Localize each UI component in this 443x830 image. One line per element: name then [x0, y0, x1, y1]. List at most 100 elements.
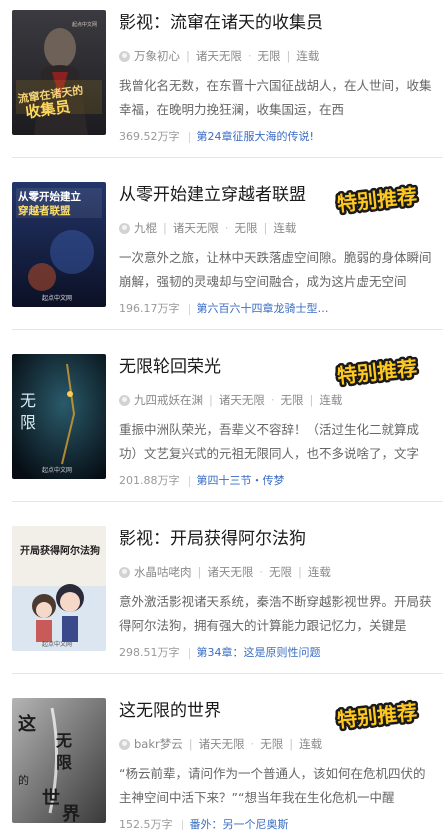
author-name[interactable]: 水晶咕咾肉	[134, 564, 192, 580]
author-avatar-icon	[119, 222, 130, 234]
book-subcategory[interactable]: 无限	[269, 564, 292, 580]
book-meta: 万象初心 | 诸天无限 · 无限 | 连载	[119, 48, 319, 64]
meta-pipe: |	[188, 737, 193, 751]
book-status: 连载	[319, 393, 343, 407]
cover-char: 界	[62, 804, 80, 823]
book-cover[interactable]: 流窜在诸天的 收集员 起点中文网	[12, 10, 106, 135]
latest-chapter-link[interactable]: 番外：另一个尼奥斯	[190, 817, 289, 830]
book-footer: 196.17万字 第六百六十四章龙骑士型…	[119, 301, 329, 317]
svg-text:从零开始建立: 从零开始建立	[18, 190, 81, 203]
recommend-badge: 特别推荐 特别推荐	[325, 181, 429, 218]
meta-pipe: |	[263, 221, 268, 235]
cover-char: 限	[56, 753, 73, 772]
book-card[interactable]: 从零开始建立 穿越者联盟 起点中文网 从零开始建立穿越者联盟 特别推荐 特别推荐…	[0, 181, 443, 346]
meta-pipe: |	[209, 393, 213, 407]
author-name[interactable]: bakr梦云	[134, 736, 183, 752]
book-category[interactable]: 诸天无限	[196, 48, 242, 64]
book-footer: 152.5万字 番外：另一个尼奥斯	[119, 817, 289, 830]
footer-divider	[181, 819, 183, 830]
divider	[12, 329, 443, 330]
recommend-badge: 特别推荐 特别推荐	[325, 697, 429, 734]
latest-chapter-link[interactable]: 第四十三节・传梦	[197, 473, 285, 489]
book-subcategory[interactable]: 无限	[260, 736, 283, 752]
svg-text:特别推荐: 特别推荐	[336, 356, 418, 388]
meta-pipe: |	[289, 737, 294, 751]
word-count: 196.17万字	[119, 302, 180, 315]
author-avatar-icon	[119, 566, 130, 578]
footer-divider	[188, 131, 190, 143]
author-avatar-icon	[119, 738, 130, 750]
book-title[interactable]: 这无限的世界	[119, 700, 221, 722]
recommend-badge: 特别推荐 特别推荐	[325, 353, 429, 390]
meta-dot: ·	[224, 221, 229, 235]
meta-dot: ·	[270, 393, 275, 407]
book-description: “杨云前辈，请问作为一个普通人，该如何在危机四伏的主神空间中活下来？”“想当年我…	[119, 766, 426, 805]
cover-char: 的	[18, 773, 29, 787]
divider	[12, 157, 443, 158]
svg-text:起点中文网: 起点中文网	[72, 21, 97, 28]
book-category[interactable]: 诸天无限	[207, 564, 253, 580]
author-name[interactable]: 万象初心	[134, 48, 180, 64]
book-category[interactable]: 诸天无限	[219, 392, 265, 408]
meta-pipe: |	[163, 221, 167, 235]
word-count: 369.52万字	[119, 130, 180, 143]
svg-text:穿越者联盟: 穿越者联盟	[18, 204, 71, 217]
word-count: 152.5万字	[119, 818, 173, 830]
book-category[interactable]: 诸天无限	[173, 220, 219, 236]
book-card[interactable]: 无 限 起点中文网 无限轮回荣光 特别推荐 特别推荐 九四戒妖在渊 | 诸天无限…	[0, 353, 443, 518]
book-subcategory[interactable]: 无限	[281, 392, 304, 408]
book-status: 连载	[299, 737, 323, 751]
recommend-badge-art: 特别推荐 特别推荐	[334, 181, 421, 218]
book-list: 流窜在诸天的 收集员 起点中文网 影视：流窜在诸天的收集员 万象初心 | 诸天无…	[0, 0, 443, 830]
book-description: 一次意外之旅，让林中天跌落虚空间隙。脆弱的身体瞬间崩解，强韧的灵魂却与空间融合，…	[119, 250, 432, 289]
cover-char: 这	[18, 713, 36, 735]
book-subcategory[interactable]: 无限	[235, 220, 258, 236]
cover-char: 世	[42, 788, 60, 809]
cover-art-4: 开局获得阿尔法狗 起点中文网	[12, 526, 106, 651]
author-name[interactable]: 九四戒妖在渊	[134, 392, 203, 408]
publisher-mark: 起点中文网	[42, 640, 72, 648]
book-category[interactable]: 诸天无限	[199, 736, 245, 752]
recommend-badge-art: 特别推荐 特别推荐	[334, 697, 421, 734]
meta-dot: ·	[247, 49, 252, 63]
book-card[interactable]: 开局获得阿尔法狗 起点中文网 影视：开局获得阿尔法狗 水晶咕咾肉 | 诸天无限 …	[0, 526, 443, 690]
recommend-badge-art: 特别推荐 特别推荐	[334, 353, 421, 390]
book-title[interactable]: 无限轮回荣光	[119, 356, 221, 378]
book-subcategory[interactable]: 无限	[258, 48, 281, 64]
book-meta: 九棍 | 诸天无限 · 无限 | 连载	[119, 220, 296, 236]
book-meta: 水晶咕咾肉 | 诸天无限 · 无限 | 连载	[119, 564, 331, 580]
book-title[interactable]: 从零开始建立穿越者联盟	[119, 184, 306, 206]
book-cover[interactable]: 无 限 起点中文网	[12, 354, 106, 479]
author-avatar-icon	[119, 50, 130, 62]
cover-art-3: 无 限 起点中文网	[12, 354, 106, 479]
meta-pipe: |	[309, 393, 314, 407]
cover-art-1: 流窜在诸天的 收集员 起点中文网	[12, 10, 106, 135]
publisher-mark: 起点中文网	[42, 466, 72, 474]
latest-chapter-link[interactable]: 第六百六十四章龙骑士型…	[197, 301, 329, 317]
svg-text:特别推荐: 特别推荐	[336, 700, 418, 732]
book-cover[interactable]: 这 无 限 的 世 界	[12, 698, 106, 823]
meta-pipe: |	[298, 565, 302, 579]
author-name[interactable]: 九棍	[134, 220, 157, 236]
book-meta: 九四戒妖在渊 | 诸天无限 · 无限 | 连载	[119, 392, 342, 408]
footer-divider	[188, 303, 190, 315]
meta-dot: ·	[259, 565, 264, 579]
footer-divider	[188, 475, 190, 487]
book-footer: 369.52万字 第24章征服大海的传说!	[119, 129, 314, 145]
book-title[interactable]: 影视：流窜在诸天的收集员	[119, 12, 323, 34]
publisher-mark: 起点中文网	[42, 294, 72, 302]
book-cover[interactable]: 开局获得阿尔法狗 起点中文网	[12, 526, 106, 651]
latest-chapter-link[interactable]: 第24章征服大海的传说!	[197, 129, 314, 145]
divider	[12, 673, 443, 674]
cover-char: 限	[20, 413, 36, 432]
cover-char: 无	[55, 731, 72, 750]
divider	[12, 501, 443, 502]
book-title[interactable]: 影视：开局获得阿尔法狗	[119, 528, 306, 550]
book-cover[interactable]: 从零开始建立 穿越者联盟 起点中文网	[12, 182, 106, 307]
latest-chapter-link[interactable]: 第34章：这是原则性问题	[197, 645, 321, 661]
book-card[interactable]: 流窜在诸天的 收集员 起点中文网 影视：流窜在诸天的收集员 万象初心 | 诸天无…	[0, 10, 443, 174]
meta-pipe: |	[197, 565, 202, 579]
book-footer: 298.51万字 第34章：这是原则性问题	[119, 645, 321, 661]
book-status: 连载	[307, 565, 331, 579]
book-card[interactable]: 这 无 限 的 世 界 这无限的世界 特别推荐 特别推荐 bakr梦云 | 诸天…	[0, 697, 443, 830]
